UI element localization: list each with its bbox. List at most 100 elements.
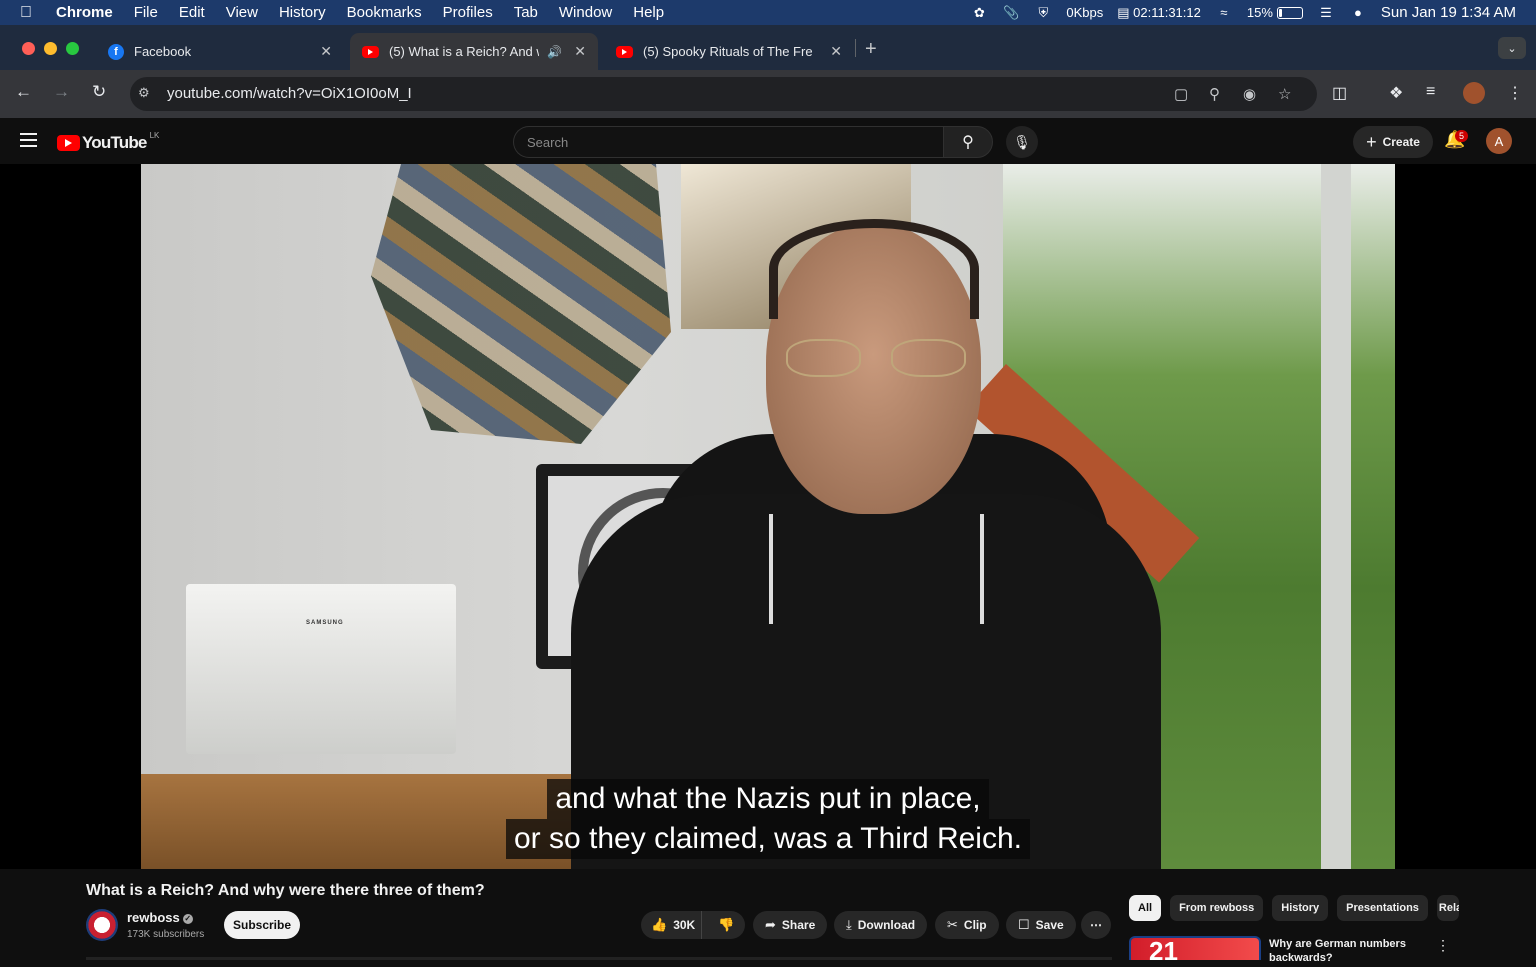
recommendation-thumbnail[interactable]: 21 (1129, 936, 1261, 966)
minimize-window-button[interactable] (44, 42, 57, 55)
siri-icon[interactable]: ● (1349, 5, 1367, 21)
like-button[interactable]: 👍 30K (641, 911, 702, 939)
menubar-clock[interactable]: Sun Jan 19 1:34 AM (1381, 4, 1516, 21)
hamburger-menu-icon[interactable] (20, 133, 37, 151)
microphone-icon: 🎙 (1013, 133, 1031, 150)
thumbnail-text: 21 (1149, 936, 1178, 966)
create-button[interactable]: + Create (1353, 126, 1433, 158)
youtube-wordmark: YouTube (82, 133, 147, 152)
battery-fill (1278, 8, 1282, 17)
media-controls-icon[interactable]: ≡ (1426, 83, 1435, 101)
closed-captions: and what the Nazis put in place, or so t… (141, 779, 1395, 859)
channel-name-row[interactable]: rewboss ✓ (127, 910, 193, 925)
tracking-protection-icon[interactable]: ◉ (1243, 85, 1256, 103)
battery-icon (1276, 6, 1303, 19)
address-bar[interactable]: ⚙ youtube.com/watch?v=OiX1OI0oM_I ▢ ⚲ ◉ … (130, 77, 1317, 111)
menu-help[interactable]: Help (633, 4, 664, 21)
download-icon: ⤓ (846, 917, 852, 932)
chip-presentations[interactable]: Presentations (1337, 895, 1428, 921)
recommendation-title[interactable]: Why are German numbers backwards? (1269, 937, 1419, 965)
audio-playing-icon[interactable]: 🔊 (547, 45, 562, 59)
network-speed[interactable]: 0Kbps (1066, 5, 1103, 20)
video-scene-window-frame (1321, 164, 1351, 869)
extensions-icon[interactable]: ◫ (1332, 83, 1347, 103)
battery-indicator[interactable]: 15% (1247, 5, 1303, 20)
close-tab-icon[interactable]: ✕ (830, 43, 842, 60)
youtube-icon (616, 45, 633, 58)
related-filter-chips: All From rewboss History Presentations R… (1129, 895, 1459, 921)
download-label: Download (857, 918, 916, 932)
search-input[interactable] (514, 127, 943, 157)
video-player[interactable]: SAMSUNG and what the Nazis put in place,… (0, 164, 1536, 869)
menu-history[interactable]: History (279, 4, 326, 21)
paperclip-icon[interactable]: 📎 (1002, 5, 1020, 21)
channel-avatar[interactable] (86, 909, 118, 941)
control-center-icon[interactable]: ☰ (1317, 5, 1335, 21)
chrome-profile-avatar[interactable] (1463, 82, 1485, 104)
chip-related[interactable]: Rela (1436, 895, 1459, 921)
apple-icon[interactable]:  (20, 4, 42, 22)
tab-what-is-a-reich[interactable]: (5) What is a Reich? And w 🔊 ✕ (350, 33, 598, 70)
thumbs-up-icon: 👍 (651, 917, 668, 932)
tab-facebook[interactable]: f Facebook ✕ (96, 33, 344, 70)
voice-search-button[interactable]: 🎙 (1006, 126, 1038, 158)
chip-from-rewboss[interactable]: From rewboss (1170, 895, 1264, 921)
tab-spooky-rituals[interactable]: (5) Spooky Rituals of The Fre ✕ (604, 33, 854, 70)
forward-arrow-icon[interactable]: → (53, 82, 70, 102)
vpn-shield-icon[interactable]: ⛨ (1034, 5, 1052, 21)
tab-search-chevron-icon[interactable]: ⌄ (1498, 37, 1526, 59)
close-window-button[interactable] (22, 42, 35, 55)
zoom-icon[interactable]: ⚲ (1209, 85, 1220, 103)
reload-icon[interactable]: ↻ (92, 82, 106, 102)
install-app-icon[interactable]: ▢ (1174, 85, 1188, 103)
close-tab-icon[interactable]: ✕ (574, 43, 586, 60)
verified-check-icon: ✓ (182, 913, 193, 924)
dislike-button[interactable]: 👎 (708, 917, 745, 933)
save-button[interactable]: ☐ Save (1006, 911, 1076, 939)
subscriber-count: 173K subscribers (127, 929, 205, 940)
chip-history[interactable]: History (1272, 895, 1329, 921)
chrome-menu-icon[interactable]: ⋮ (1507, 83, 1523, 103)
clip-label: Clip (963, 918, 987, 932)
subscribe-button[interactable]: Subscribe (224, 911, 300, 939)
chip-all[interactable]: All (1129, 895, 1162, 921)
close-tab-icon[interactable]: ✕ (320, 43, 332, 60)
bookmark-star-icon[interactable]: ☆ (1278, 85, 1291, 103)
extension-app-icon[interactable]: ❖ (1389, 83, 1403, 103)
chatgpt-icon[interactable]: ✿ (970, 5, 988, 21)
site-settings-icon[interactable]: ⚙ (138, 85, 150, 101)
menu-bookmarks[interactable]: Bookmarks (347, 4, 422, 21)
tab-label: Facebook (134, 44, 192, 59)
share-label: Share (781, 918, 816, 932)
menu-view[interactable]: View (226, 4, 258, 21)
clip-button[interactable]: ✂ Clip (935, 911, 999, 939)
url-text[interactable]: youtube.com/watch?v=OiX1OI0oM_I (167, 85, 412, 102)
share-button[interactable]: ➦ Share (753, 911, 828, 939)
more-vertical-icon[interactable]: ⋮ (1436, 937, 1450, 954)
menu-profiles[interactable]: Profiles (443, 4, 493, 21)
menu-edit[interactable]: Edit (179, 4, 205, 21)
menu-window[interactable]: Window (559, 4, 612, 21)
menu-file[interactable]: File (134, 4, 158, 21)
menu-tab[interactable]: Tab (514, 4, 538, 21)
back-arrow-icon[interactable]: ← (15, 82, 32, 102)
account-avatar[interactable]: A (1486, 128, 1512, 154)
video-frame[interactable]: SAMSUNG and what the Nazis put in place,… (141, 164, 1395, 869)
save-label: Save (1035, 918, 1064, 932)
new-tab-icon[interactable]: + (865, 38, 877, 61)
download-button[interactable]: ⤓ Download (834, 911, 928, 939)
macos-menubar:  Chrome File Edit View History Bookmark… (0, 0, 1536, 25)
youtube-logo[interactable]: YouTube LK (57, 131, 159, 153)
channel-name[interactable]: rewboss (127, 910, 180, 925)
tab-label: (5) What is a Reich? And w (389, 44, 539, 59)
wifi-icon[interactable]: ≈ (1215, 5, 1233, 21)
zoom-window-button[interactable] (66, 42, 79, 55)
more-actions-button[interactable]: ⋯ (1081, 911, 1111, 939)
scissors-icon: ✂ (947, 917, 958, 932)
menu-app-chrome[interactable]: Chrome (56, 4, 113, 21)
search-button[interactable]: ⚲ (943, 126, 993, 158)
timer-readout[interactable]: ▤ 02:11:31:12 (1117, 5, 1201, 21)
like-count: 30K (673, 918, 696, 932)
tab-strip: f Facebook ✕ (5) What is a Reich? And w … (0, 25, 1536, 70)
calendar-icon: ▤ (1117, 4, 1134, 20)
